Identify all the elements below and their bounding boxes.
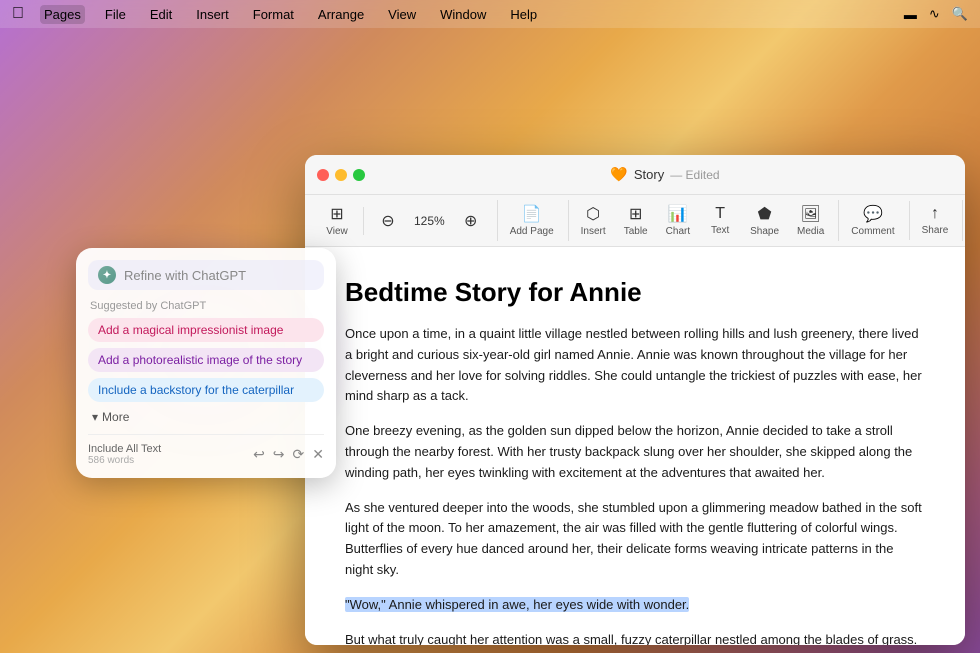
add-page-icon: 📄: [522, 204, 542, 224]
chatgpt-panel: ✦ Refine with ChatGPT Suggested by ChatG…: [76, 248, 336, 478]
traffic-lights: [317, 169, 365, 181]
close-button[interactable]: [317, 169, 329, 181]
suggestion-item-2[interactable]: Include a backstory for the caterpillar: [88, 378, 324, 402]
chatgpt-logo-icon: ✦: [98, 266, 116, 284]
document-content[interactable]: Bedtime Story for Annie Once upon a time…: [305, 247, 965, 645]
suggestion-item-0[interactable]: Add a magical impressionist image: [88, 318, 324, 342]
zoom-value: 125%: [410, 212, 449, 230]
toolbar: ⊞ View ⊖ 125% ⊕ 📄 Add Page ⬡ Insert: [305, 195, 965, 247]
toolbar-text-btn[interactable]: T Text: [700, 201, 740, 240]
menu-items: Pages File Edit Insert Format Arrange Vi…: [40, 5, 541, 24]
window-title: 🧡 Story — Edited: [377, 166, 953, 183]
paragraph-2: One breezy evening, as the golden sun di…: [345, 421, 925, 483]
search-icon[interactable]: 🔍: [952, 6, 968, 22]
media-icon: 🖼: [801, 204, 821, 224]
menu-item-pages[interactable]: Pages: [40, 5, 85, 24]
apple-logo-icon[interactable]: : [12, 5, 24, 23]
paragraph-1: Once upon a time, in a quaint little vil…: [345, 324, 925, 407]
menu-item-view[interactable]: View: [384, 5, 420, 24]
toolbar-chart-btn[interactable]: 📊 Chart: [658, 200, 698, 241]
paragraph-3: As she ventured deeper into the woods, s…: [345, 498, 925, 581]
menu-item-insert[interactable]: Insert: [192, 5, 233, 24]
pages-window: 🧡 Story — Edited ⊞ View ⊖ 125% ⊕ 📄 Add P…: [305, 155, 965, 645]
menu-item-window[interactable]: Window: [436, 5, 490, 24]
footer-left: Include All Text 586 words: [88, 443, 161, 466]
toolbar-zoom-in-btn[interactable]: ⊕: [451, 207, 491, 235]
text-label: Text: [711, 225, 729, 236]
shape-label: Shape: [750, 226, 779, 237]
window-titlebar: 🧡 Story — Edited: [305, 155, 965, 195]
toolbar-shape-btn[interactable]: ⬟ Shape: [742, 200, 787, 241]
menu-bar:  Pages File Edit Insert Format Arrange …: [0, 0, 980, 28]
toolbar-group-add-page: 📄 Add Page: [497, 200, 566, 241]
menu-item-arrange[interactable]: Arrange: [314, 5, 368, 24]
toolbar-zoom-btn[interactable]: ⊖: [368, 207, 408, 235]
shape-icon: ⬟: [758, 204, 772, 224]
share-label: Share: [922, 225, 949, 236]
more-label: More: [102, 410, 129, 424]
battery-icon: ▬: [904, 7, 917, 22]
toolbar-view-btn[interactable]: ⊞ View: [317, 200, 357, 241]
panel-footer: Include All Text 586 words ↩ ↪ ⟳ ✕: [88, 434, 324, 466]
view-label: View: [326, 226, 348, 237]
wifi-icon: ∿: [929, 6, 940, 22]
toolbar-group-insert: ⬡ Insert ⊞ Table 📊 Chart T Text ⬟ Shape …: [568, 200, 837, 241]
suggested-label: Suggested by ChatGPT: [88, 300, 324, 312]
chart-icon: 📊: [668, 204, 688, 224]
paragraph-4: "Wow," Annie whispered in awe, her eyes …: [345, 595, 925, 616]
comment-label: Comment: [851, 226, 894, 237]
toolbar-insert-btn[interactable]: ⬡ Insert: [573, 200, 614, 241]
comment-icon: 💬: [863, 204, 883, 224]
menu-item-file[interactable]: File: [101, 5, 130, 24]
chatgpt-placeholder: Refine with ChatGPT: [124, 268, 246, 283]
highlighted-text: "Wow," Annie whispered in awe, her eyes …: [345, 597, 689, 612]
edited-badge: — Edited: [670, 168, 719, 182]
toolbar-share-btn[interactable]: ↑ Share: [914, 201, 957, 240]
chatgpt-input-area[interactable]: ✦ Refine with ChatGPT: [88, 260, 324, 290]
add-page-label: Add Page: [510, 226, 554, 237]
maximize-button[interactable]: [353, 169, 365, 181]
refresh-button[interactable]: ⟳: [293, 446, 305, 463]
toolbar-comment-btn[interactable]: 💬 Comment: [843, 200, 902, 241]
toolbar-group-share: ↑ Share: [909, 201, 961, 240]
toolbar-media-btn[interactable]: 🖼 Media: [789, 200, 832, 241]
table-icon: ⊞: [629, 204, 642, 224]
table-label: Table: [624, 226, 648, 237]
share-icon: ↑: [931, 205, 939, 223]
paragraph-5: But what truly caught her attention was …: [345, 630, 925, 645]
toolbar-table-btn[interactable]: ⊞ Table: [616, 200, 656, 241]
text-icon: T: [715, 205, 725, 223]
view-icon: ⊞: [330, 204, 343, 224]
menu-item-help[interactable]: Help: [506, 5, 541, 24]
toolbar-group-view: ⊞ View: [313, 200, 361, 241]
zoom-in-icon: ⊕: [464, 211, 477, 231]
document-title: Story: [634, 167, 664, 182]
minimize-button[interactable]: [335, 169, 347, 181]
toolbar-group-comment: 💬 Comment: [838, 200, 906, 241]
menu-bar-right: ▬ ∿ 🔍: [904, 6, 968, 22]
toolbar-add-page-btn[interactable]: 📄 Add Page: [502, 200, 562, 241]
media-label: Media: [797, 226, 824, 237]
document-title-heading: Bedtime Story for Annie: [345, 277, 925, 308]
redo-button[interactable]: ↪: [273, 446, 285, 463]
zoom-icon: ⊖: [381, 211, 394, 231]
document-icon: 🧡: [610, 166, 627, 183]
insert-icon: ⬡: [586, 204, 600, 224]
menu-item-format[interactable]: Format: [249, 5, 298, 24]
toolbar-group-zoom: ⊖ 125% ⊕: [363, 207, 495, 235]
include-all-text-label[interactable]: Include All Text: [88, 443, 161, 455]
suggestion-item-1[interactable]: Add a photorealistic image of the story: [88, 348, 324, 372]
chevron-down-icon: ▾: [92, 410, 98, 424]
menu-item-edit[interactable]: Edit: [146, 5, 176, 24]
undo-button[interactable]: ↩: [253, 446, 265, 463]
insert-label: Insert: [581, 226, 606, 237]
close-panel-button[interactable]: ✕: [312, 446, 324, 463]
toolbar-group-format: ✏ Format 📋 Document: [962, 200, 965, 241]
word-count: 586 words: [88, 455, 161, 466]
footer-actions: ↩ ↪ ⟳ ✕: [253, 446, 324, 463]
more-button[interactable]: ▾ More: [88, 408, 324, 426]
chart-label: Chart: [666, 226, 690, 237]
